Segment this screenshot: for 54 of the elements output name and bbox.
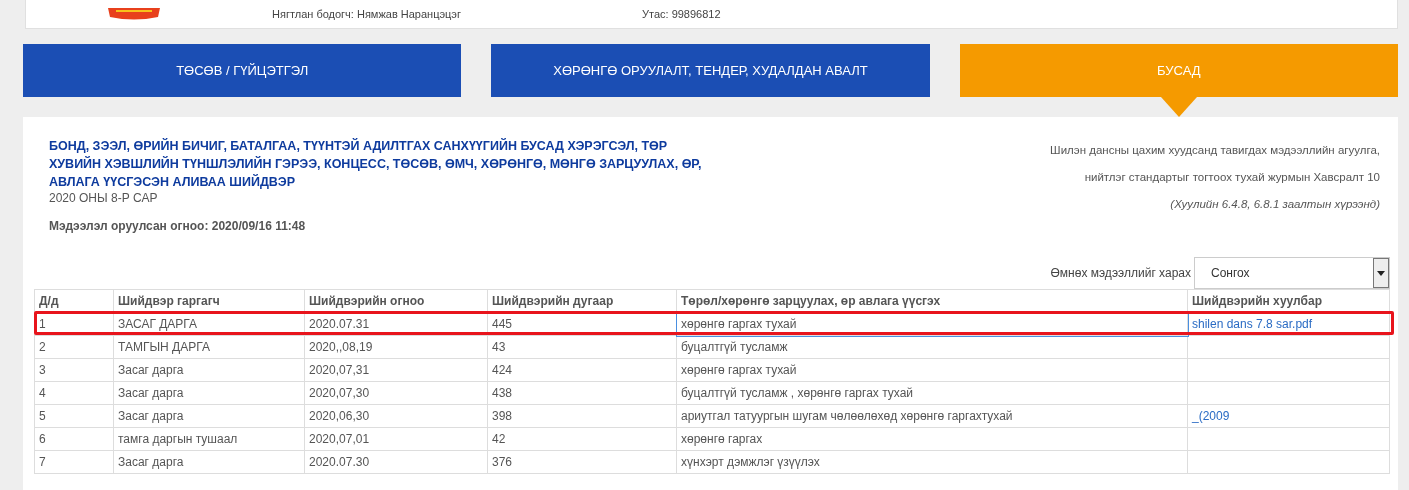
table-cell: 2020,,08,19 (304, 335, 488, 359)
posted-date: Мэдээлэл оруулсан огноо: 2020/09/16 11:48 (49, 219, 307, 233)
report-period: 2020 ОНЫ 8-Р САР (49, 191, 159, 205)
table-cell: 2020.07.30 (304, 450, 488, 474)
history-label: Өмнөх мэдээллийг харах (1050, 266, 1191, 280)
table-cell: хөрөнгө гаргах тухай (676, 358, 1188, 382)
table-cell: буцалтгүй тусламж (676, 335, 1188, 359)
table-cell: 6 (34, 427, 114, 451)
column-header: Шийдвэрийн хуулбар (1187, 289, 1390, 313)
accountant-text: Нягтлан бодогч: Нямжав Наранцэцэг (272, 8, 462, 21)
logo-icon (106, 8, 162, 20)
table-cell: хөрөнгө гаргах тухай (676, 312, 1188, 336)
law-reference: (Хуулийн 6.4.8, 6.8.1 заалтын хүрээнд) (1169, 197, 1380, 212)
file-link[interactable]: _(2009 (1192, 409, 1230, 423)
column-header: Шийдвэрийн огноо (304, 289, 488, 313)
table-cell: 1 (34, 312, 114, 336)
table-cell: Засаг дарга (113, 450, 305, 474)
table-cell: ЗАСАГ ДАРГА (113, 312, 305, 336)
table-cell: буцалтгүй тусламж , хөрөнгө гаргах тухай (676, 381, 1188, 405)
table-cell: ариутгал татуургын шугам чөлөөлөхөд хөрөнгө гаргахтухай (676, 404, 1188, 428)
table-cell: ТАМГЫН ДАРГА (113, 335, 305, 359)
table-cell: 3 (34, 358, 114, 382)
table-cell: 2020,07,31 (304, 358, 488, 382)
table-cell: 2020.07.31 (304, 312, 488, 336)
table-cell: 2020,06,30 (304, 404, 488, 428)
table-cell: 376 (487, 450, 677, 474)
regulation-note: нийтлэг стандартыг тогтоох тухай журмын Хавсралт 10 (1083, 170, 1380, 185)
column-header: Шийдвэр гаргагч (113, 289, 305, 313)
history-dropdown[interactable]: Сонгох (1194, 257, 1390, 289)
column-header: Д/д (34, 289, 114, 313)
tab[interactable]: ХӨРӨНГӨ ОРУУЛАЛТ, ТЕНДЕР, ХУДАЛДАН АВАЛТ (491, 44, 930, 97)
table-cell: хөрөнгө гаргах (676, 427, 1188, 451)
table-cell: 2020,07,30 (304, 381, 488, 405)
table-cell: 2020,07,01 (304, 427, 488, 451)
table-cell: 4 (34, 381, 114, 405)
table-cell: тамга даргын тушаал (113, 427, 305, 451)
table-cell: Засаг дарга (113, 404, 305, 428)
table-cell: Засаг дарга (113, 381, 305, 405)
column-header: Төрөл/хөрөнгө зарцуулах, өр авлага үүсгэх (676, 289, 1188, 313)
report-title: БОНД, ЗЭЭЛ, ӨРИЙН БИЧИГ, БАТАЛГАА, ТҮҮНТЭЙ АДИЛТГАХ САНХҮҮГИЙН БУСАД ХЭРЭГСЭЛ, ТӨР ХУВИЙН ХЭВШЛИЙН ТҮНШЛЭЛИЙН ГЭРЭЭ, КОНЦЕСС, ТӨСӨВ, ӨМЧ, ХӨРӨНГӨ, МӨНГӨ ЗАРЦУУЛАХ, ӨР, АВЛАГА ҮҮСГЭСЭН АЛИВАА ШИЙДВЭР (49, 137, 703, 191)
table-cell: 42 (487, 427, 677, 451)
table-cell: 5 (34, 404, 114, 428)
tab[interactable]: ТӨСӨВ / ГҮЙЦЭТГЭЛ (23, 44, 462, 97)
table-cell: 398 (487, 404, 677, 428)
table-cell: 424 (487, 358, 677, 382)
table-cell: 2 (34, 335, 114, 359)
table-cell: 7 (34, 450, 114, 474)
column-header: Шийдвэрийн дугаар (487, 289, 677, 313)
phone-text: Утас: 99896812 (642, 8, 721, 21)
regulation-note: Шилэн дансны цахим хуудсанд тавигдах мэдээллийн агуулга, (1050, 143, 1380, 158)
table-cell: 438 (487, 381, 677, 405)
table-cell: Засаг дарга (113, 358, 305, 382)
table-cell: хүнхэрт дэмжлэг үзүүлэх (676, 450, 1188, 474)
table-cell: 43 (487, 335, 677, 359)
